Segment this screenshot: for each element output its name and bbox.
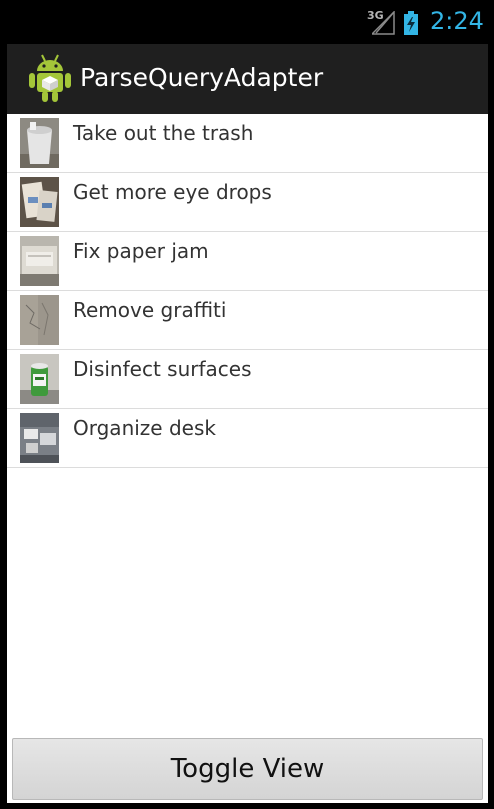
android-robot-icon[interactable]	[28, 53, 72, 103]
disinfectant-thumbnail	[20, 354, 59, 404]
graffiti-thumbnail	[20, 295, 59, 345]
list-item[interactable]: Disinfect surfaces	[7, 350, 488, 409]
list-item[interactable]: Take out the trash	[7, 114, 488, 173]
task-list: Take out the trash Get more eye drops Fi…	[7, 114, 488, 468]
toggle-view-button[interactable]: Toggle View	[12, 738, 483, 800]
battery-charging-icon	[404, 11, 418, 35]
eye-drops-thumbnail	[20, 177, 59, 227]
signal-icon	[372, 11, 395, 35]
printer-thumbnail	[20, 236, 59, 286]
item-label: Fix paper jam	[73, 239, 209, 263]
item-label: Disinfect surfaces	[73, 357, 252, 381]
item-label: Get more eye drops	[73, 180, 272, 204]
action-bar: ParseQueryAdapter	[7, 44, 488, 114]
list-item[interactable]: Organize desk	[7, 409, 488, 468]
app-title: ParseQueryAdapter	[80, 63, 324, 92]
status-clock: 2:24	[430, 7, 484, 35]
item-label: Organize desk	[73, 416, 216, 440]
list-item[interactable]: Remove graffiti	[7, 291, 488, 350]
app-window: ParseQueryAdapter Take out the trash Get…	[7, 44, 488, 803]
list-item[interactable]: Fix paper jam	[7, 232, 488, 291]
item-label: Remove graffiti	[73, 298, 227, 322]
desk-thumbnail	[20, 413, 59, 463]
trash-can-thumbnail	[20, 118, 59, 168]
item-label: Take out the trash	[73, 121, 254, 145]
status-bar: 3G 2:24	[0, 0, 494, 44]
list-item[interactable]: Get more eye drops	[7, 173, 488, 232]
